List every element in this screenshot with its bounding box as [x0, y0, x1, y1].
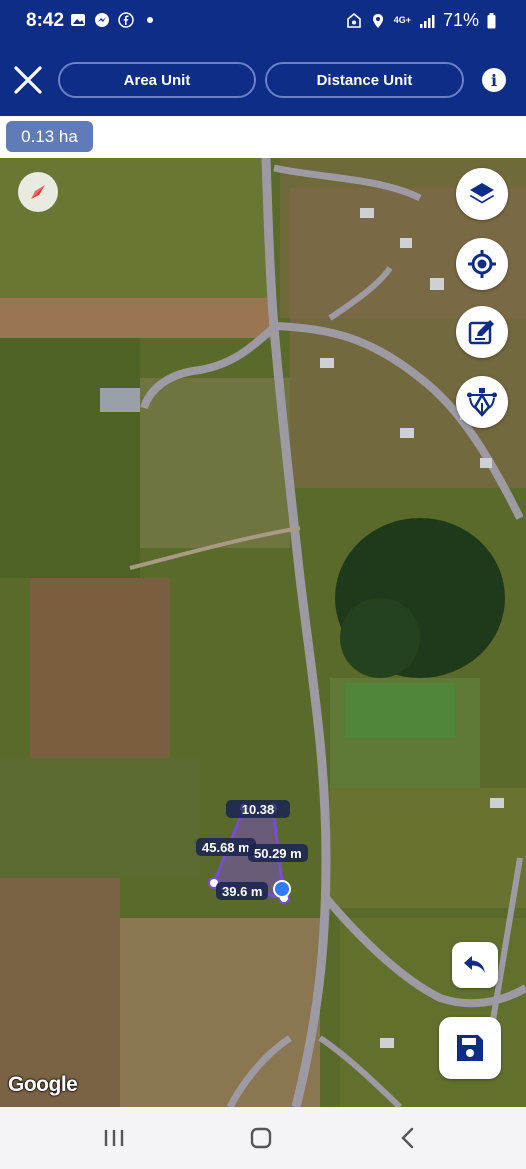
- status-right: 4G+ 71%: [346, 10, 496, 31]
- info-button[interactable]: i: [482, 68, 506, 92]
- undo-button[interactable]: [452, 942, 498, 988]
- area-value-chip: 0.13 ha: [6, 121, 93, 152]
- close-button[interactable]: [10, 62, 46, 98]
- compass-icon: [31, 185, 45, 199]
- status-bar: 8:42 4G+ 71%: [0, 0, 526, 44]
- measurement-top-label: 10.38: [226, 800, 290, 818]
- dot-icon: [147, 17, 153, 23]
- compass-button[interactable]: [18, 172, 58, 212]
- my-location-button[interactable]: [456, 238, 508, 290]
- area-strip: 0.13 ha: [0, 116, 526, 158]
- recents-button[interactable]: [99, 1123, 129, 1153]
- gallery-icon: [71, 14, 85, 26]
- measurement-right-label: 50.29 m: [248, 844, 308, 862]
- layers-button[interactable]: [456, 168, 508, 220]
- system-nav-bar: [0, 1107, 526, 1169]
- map-imagery: [0, 158, 526, 1107]
- status-time: 8:42: [26, 10, 65, 31]
- back-icon: [401, 1127, 414, 1149]
- edit-icon: [468, 320, 494, 345]
- vector-tool-button[interactable]: [456, 376, 508, 428]
- status-left-icons: [70, 12, 158, 28]
- undo-icon: [464, 956, 485, 973]
- save-icon: [457, 1035, 483, 1061]
- google-attribution: Google: [8, 1073, 78, 1096]
- active-plot-vertex: [273, 880, 291, 898]
- satellite-map[interactable]: 10.38 45.68 m 50.29 m 39.6 m Google: [0, 158, 526, 1107]
- layers-icon: [469, 183, 495, 204]
- location-icon: [372, 13, 383, 28]
- close-icon: [14, 66, 42, 94]
- measurement-left-label: 45.68 m: [196, 838, 256, 856]
- save-button[interactable]: [439, 1017, 501, 1079]
- back-button[interactable]: [393, 1123, 423, 1153]
- home-icon: [250, 1127, 272, 1149]
- data-saver-icon: [346, 12, 361, 28]
- battery-icon: [487, 12, 496, 28]
- home-button[interactable]: [246, 1123, 276, 1153]
- pen-tool-icon: [467, 388, 497, 417]
- app-header: Area Unit Distance Unit i: [0, 44, 526, 116]
- crosshair-icon: [468, 250, 496, 278]
- area-unit-button[interactable]: Area Unit: [58, 62, 256, 98]
- recents-icon: [104, 1130, 124, 1146]
- battery-label: 71%: [442, 10, 479, 30]
- edit-button[interactable]: [456, 306, 508, 358]
- facebook-icon: [118, 12, 134, 28]
- distance-unit-button[interactable]: Distance Unit: [265, 62, 464, 98]
- signal-icon: [419, 14, 435, 28]
- messenger-icon: [95, 13, 109, 27]
- network-label: 4G+: [393, 15, 411, 25]
- measurement-bottom-label: 39.6 m: [216, 882, 269, 900]
